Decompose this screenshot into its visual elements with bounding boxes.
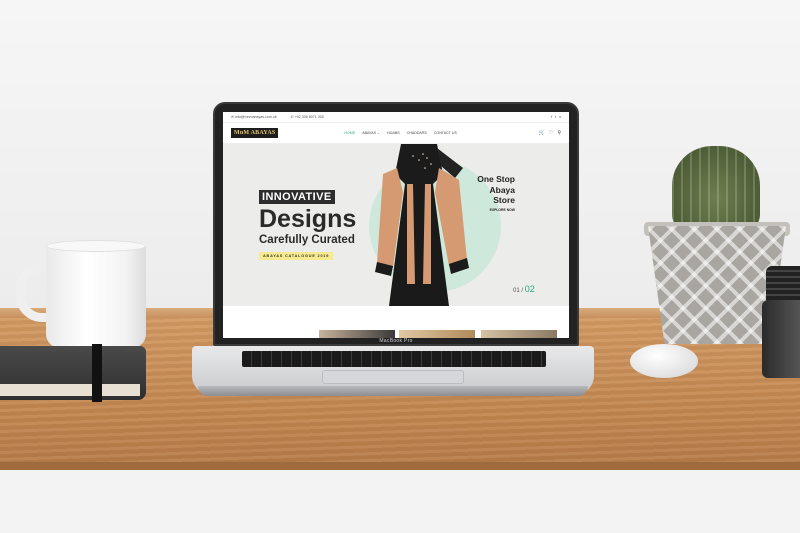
menu-item-contact[interactable]: CONTACT US [434,131,457,135]
laptop-base-front [198,386,588,396]
site-topbar: ✉ info@mnmabayas.com.uk ✆ +92 306 8071 0… [223,112,569,122]
laptop-keyboard[interactable] [242,351,546,367]
site-logo[interactable]: MnM ABAYAS [231,128,279,138]
computer-mouse[interactable] [630,344,698,378]
heart-icon[interactable]: ♡ [549,130,553,136]
slide-pager: 01 / 02 [513,284,535,294]
search-icon[interactable]: ⚲ [557,130,561,136]
email-info[interactable]: ✉ info@mnmabayas.com.uk [231,115,277,119]
phone-info[interactable]: ✆ +92 306 8071 005 [291,115,324,119]
vimeo-icon[interactable]: v [559,115,561,119]
email-text: info@mnmabayas.com.uk [235,115,277,119]
camera [762,300,800,378]
hero-slider: INNOVATIVE Designs Carefully Curated ABA… [223,144,569,306]
menu-item-chaddars[interactable]: CHADDARS [407,131,427,135]
facebook-icon[interactable]: f [551,115,552,119]
slide-prev-number[interactable]: 01 [513,288,520,294]
slide-current-number[interactable]: 02 [525,284,535,294]
twitter-icon[interactable]: t [555,115,556,119]
desk-front-edge [0,462,800,470]
coffee-mug [46,244,146,348]
mug-rim [46,240,146,252]
menu-item-home[interactable]: HOME [344,131,355,135]
laptop-trackpad[interactable] [322,370,464,384]
menu-item-abayas[interactable]: ABAYAS ⌄ [362,131,380,135]
notebook-band [92,344,102,402]
hero-badge: INNOVATIVE [259,190,335,204]
tagline-line-3: Store [493,195,515,205]
notebook-pages [0,384,140,396]
hero-title: Designs [259,205,357,233]
product-thumb-3[interactable] [481,330,557,338]
main-menu: HOME ABAYAS ⌄ HIJABS CHADDARS CONTACT US [344,131,456,135]
tagline-line-2: Abaya [489,184,515,195]
product-thumb-2[interactable] [399,330,475,338]
menu-item-hijabs[interactable]: HIJABS [387,131,400,135]
product-thumb-1[interactable] [319,330,395,338]
laptop-screen: ✉ info@mnmabayas.com.uk ✆ +92 306 8071 0… [223,112,569,338]
product-strip [223,306,569,338]
site-navbar: MnM ABAYAS HOME ABAYAS ⌄ HIJABS CHADDARS… [223,122,569,144]
phone-text: +92 306 8071 005 [294,115,324,119]
tagline-line-1: One Stop [477,174,515,184]
explore-now-link[interactable]: EXPLORE NOW [455,208,515,212]
slide-separator: / [521,288,524,294]
social-links: f t v [551,115,561,119]
abaya-model-image [375,144,469,306]
cactus-plant [672,146,760,232]
laptop-model-label: MacBook Pro [379,338,413,344]
hero-subtitle: Carefully Curated [259,234,355,246]
nav-icons: 🛒 ♡ ⚲ [539,130,561,136]
store-tagline: One Stop Abaya Store [455,174,515,206]
cart-icon[interactable]: 🛒 [539,130,545,136]
catalogue-button[interactable]: ABAYAS CATALOGUE 2019 [259,252,334,260]
floor [0,470,800,533]
